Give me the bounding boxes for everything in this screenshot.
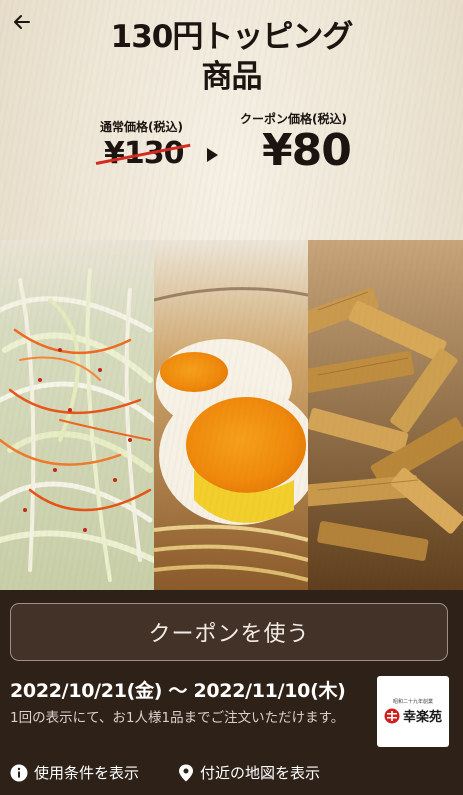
use-coupon-button[interactable]: クーポンを使う bbox=[10, 603, 448, 661]
normal-price-label: 通常価格(税込) bbox=[100, 120, 183, 134]
show-map-label: 付近の地図を表示 bbox=[200, 764, 321, 782]
show-terms-label: 使用条件を表示 bbox=[34, 764, 140, 782]
location-pin-icon bbox=[179, 764, 193, 781]
show-map-link[interactable]: 付近の地図を表示 bbox=[178, 762, 320, 783]
shop-logo-tagline: 昭和二十九年創業 bbox=[392, 699, 433, 705]
info-icon bbox=[10, 764, 28, 781]
usage-note: 1回の表示にて、お1人様1品までご注文いただけます。 bbox=[10, 710, 345, 726]
green-onion-topping-photo bbox=[0, 240, 154, 590]
price-comparison: 通常価格(税込) ¥130 クーポン価格(税込) ¥80 bbox=[0, 110, 463, 190]
offer-title-line2: 商品 bbox=[201, 59, 263, 95]
coupon-price: ¥80 bbox=[262, 125, 352, 176]
validity-period: 2022/10/21(金) 〜 2022/11/10(木) bbox=[10, 680, 346, 702]
arrow-left-icon bbox=[14, 15, 30, 29]
back-button[interactable] bbox=[6, 6, 38, 38]
price-arrow-icon bbox=[207, 148, 218, 162]
offer-title-line1: 130円トッピング bbox=[110, 19, 354, 55]
footer-links: 使用条件を表示 付近の地図を表示 bbox=[10, 762, 450, 788]
coupon-details-panel: クーポンを使う 2022/10/21(金) 〜 2022/11/10(木) 1回… bbox=[0, 590, 463, 795]
shop-logo-mark-icon bbox=[384, 708, 400, 723]
shop-logo-name: 幸楽苑 bbox=[402, 710, 442, 725]
coupon-hero-image: 130円トッピング 商品 通常価格(税込) ¥130 クーポン価格(税込) ¥8… bbox=[0, 0, 463, 590]
seasoned-egg-topping-photo bbox=[154, 240, 308, 590]
menma-bamboo-shoot-topping-photo bbox=[308, 240, 463, 590]
show-terms-link[interactable]: 使用条件を表示 bbox=[10, 762, 139, 783]
shop-logo: 昭和二十九年創業 幸楽苑 bbox=[377, 676, 449, 747]
